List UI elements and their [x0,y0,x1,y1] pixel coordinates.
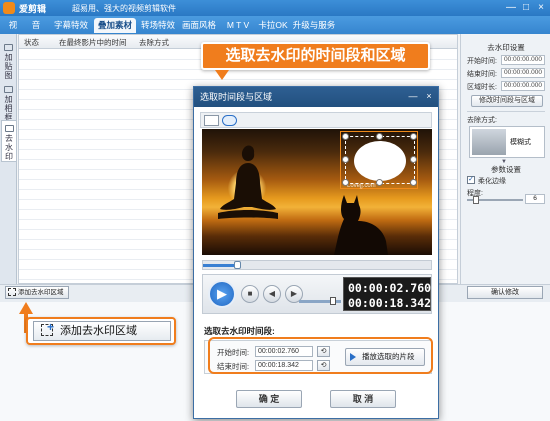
resize-handle-se[interactable] [410,179,417,186]
tab-audio[interactable]: 音 频 [27,18,45,45]
stop-button[interactable]: ■ [241,285,259,303]
tab-transitions[interactable]: 转场特效 [139,18,177,33]
app-name: 爱剪辑 [19,4,47,14]
resize-handle-nw[interactable] [342,133,349,140]
modify-region-button[interactable]: 修改时间段与区域 [471,95,543,107]
method-selector[interactable]: 模糊式 [469,126,545,158]
resize-handle-sw[interactable] [342,179,349,186]
tab-video[interactable]: 视 频 [4,18,22,45]
left-side-tabs: 加贴图 加相框 去水印 [0,34,17,284]
maximize-button[interactable]: □ [518,1,534,15]
settings-title: 去水印设置 [487,43,525,52]
tab-subtitles[interactable]: 字幕特效 [52,18,90,33]
degree-value[interactable]: 6 [525,194,545,204]
rectangle-tool-icon[interactable] [204,115,219,126]
current-timecode: 00:00:02.760 [348,281,432,295]
tab-karaoke[interactable]: 卡拉OK [258,18,288,33]
ok-button[interactable]: 确 定 [236,390,302,408]
callout-down-arrow-icon [215,70,229,80]
watermark-settings-panel: 去水印设置 开始时间: 00:00:00.000 结束时间: 00:00:00.… [460,34,550,284]
dialog-close-button[interactable]: × [422,90,436,103]
side-tab-frame[interactable]: 加相框 [1,82,16,122]
degree-slider-knob[interactable] [473,196,479,204]
method-preview-image [472,129,506,155]
prev-frame-button[interactable]: ◀ [263,285,281,303]
tab-styles[interactable]: 画面风格 [180,18,218,33]
divider [467,111,545,112]
dialog-minimize-button[interactable]: — [406,90,420,103]
app-logo-icon [3,2,15,14]
meditating-person-silhouette [218,145,278,219]
column-time[interactable]: 在最终影片中的时间 [59,37,127,48]
time-section-label: 选取去水印时间段: [204,326,275,336]
timecode-display: 00:00:02.760 00:00:18.342 [343,277,431,311]
total-timecode: 00:00:18.342 [348,296,432,310]
end-time-field[interactable]: 00:00:00.000 [501,68,545,78]
duration-label: 区域时长: [467,84,497,91]
frame-icon [4,86,13,93]
sticker-icon [4,44,13,51]
soften-edges-checkbox[interactable]: ✓ [467,176,475,184]
play-button[interactable]: ▶ [208,280,236,308]
table-row[interactable] [19,70,457,80]
video-progress-bar[interactable] [202,260,432,270]
video-preview[interactable]: Lovejj.com [202,129,432,255]
app-slogan: 超易用、强大的视频剪辑软件 [72,4,176,13]
playback-controls: ▶ ■ ◀ ▶ 00:00:02.760 00:00:18.342 [202,274,432,314]
column-status[interactable]: 状态 [24,37,39,48]
watermark-text: Lovejj.com [347,183,376,189]
side-tab-sticker[interactable]: 加贴图 [1,40,16,80]
dialog-title: 选取时间段与区域 [194,87,438,107]
duration-field[interactable]: 00:00:00.000 [501,81,545,91]
side-tab-watermark[interactable]: 去水印 [1,120,16,162]
progress-knob[interactable] [233,261,241,269]
side-tab-watermark-label: 去水印 [5,134,13,161]
minimize-button[interactable]: — [503,1,519,15]
tab-upgrade[interactable]: 升级与服务 [292,18,336,33]
end-time-label: 结束时间: [467,71,497,78]
tab-mtv[interactable]: M T V [224,18,252,33]
watermark-icon [4,125,14,132]
resize-handle-ne[interactable] [410,133,417,140]
tab-overlay[interactable]: 叠加素材 [94,18,136,33]
start-time-field[interactable]: 00:00:00.000 [501,55,545,65]
start-time-label: 开始时间: [467,58,497,65]
cancel-button[interactable]: 取 消 [330,390,396,408]
resize-handle-s[interactable] [376,179,383,186]
close-button[interactable]: × [533,1,549,15]
time-range-highlight [208,337,433,374]
side-tab-sticker-label: 加贴图 [4,53,13,80]
select-region-callout: 选取去水印的时间段和区域 [201,42,430,70]
method-label: 去除方式: [467,117,497,124]
watermark-ellipse-region[interactable] [354,141,406,181]
add-region-icon [8,288,16,296]
column-method[interactable]: 去除方式 [139,37,169,48]
resize-handle-e[interactable] [410,156,417,163]
confirm-modify-button[interactable]: 确认修改 [467,286,543,299]
params-title: 参数设置 [491,165,521,174]
soften-edges-label: 柔化边缘 [478,178,506,185]
plus-icon: + [47,320,55,334]
resize-handle-w[interactable] [342,156,349,163]
region-shape-toolbar [200,112,432,128]
ellipse-tool-icon[interactable] [222,115,237,126]
progress-fill [203,264,238,267]
resize-handle-n[interactable] [376,133,383,140]
main-tab-bar: 视 频 音 频 字幕特效 叠加素材 转场特效 画面风格 M T V 卡拉OK 升… [0,16,550,45]
dog-silhouette [334,195,388,255]
method-value: 模糊式 [510,139,531,146]
app-title-bar: 爱剪辑 超易用、强大的视频剪辑软件 — □ × [0,0,550,16]
volume-knob[interactable] [329,297,336,305]
side-tab-frame-label: 加相框 [4,95,13,122]
